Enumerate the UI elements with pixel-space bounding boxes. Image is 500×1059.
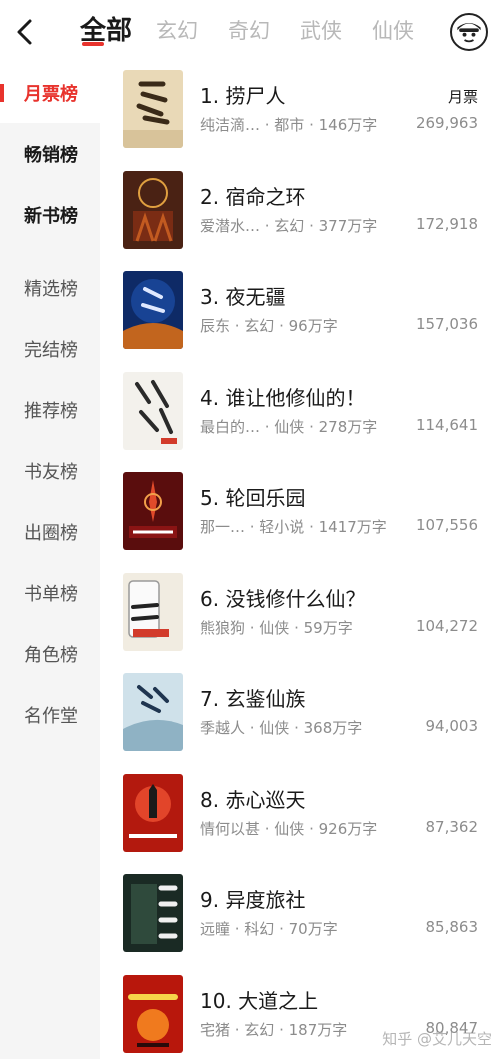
book-meta: 最白的… · 仙侠 · 278万字 [200, 417, 378, 436]
book-meta: 季越人 · 仙侠 · 368万字 [200, 719, 363, 737]
book-cover[interactable] [123, 271, 183, 349]
book-meta: 那一… · 轻小说 · 1417万字 [200, 518, 387, 536]
sidebar-item-monthly-ticket[interactable]: 月票榜 [0, 62, 100, 123]
user-avatar-icon[interactable] [450, 13, 488, 51]
tab-xuanhuan[interactable]: 玄幻 [156, 10, 198, 52]
ticket-count: 172,918 [415, 214, 478, 233]
list-item[interactable]: 4. 谁让他修仙的！ 最白的… · 仙侠 · 278万字 114,641 [100, 364, 500, 465]
book-cover[interactable] [123, 170, 183, 249]
ticket-count: 104,272 [415, 616, 478, 635]
book-title[interactable]: 7. 玄鉴仙族 [200, 683, 305, 712]
active-indicator [0, 84, 4, 102]
sidebar-item-completed[interactable]: 完结榜 [0, 318, 100, 379]
sidebar-separator [0, 245, 100, 257]
book-meta: 纯洁滴… · 都市 · 146万字 [200, 116, 378, 134]
ticket-count: 87,362 [425, 817, 479, 836]
back-icon[interactable] [10, 14, 40, 50]
book-cover[interactable] [123, 673, 183, 751]
sidebar-item-characters[interactable]: 角色榜 [0, 623, 100, 684]
list-item[interactable]: 1. 捞尸人 月票 纯洁滴… · 都市 · 146万字 269,963 [100, 62, 500, 163]
book-meta: 爱潜水… · 玄幻 · 377万字 [200, 216, 378, 235]
list-item[interactable]: 8. 赤心巡天 情何以甚 · 仙侠 · 926万字 87,362 [100, 766, 500, 867]
sidebar-item-breakout[interactable]: 出圈榜 [0, 501, 100, 562]
list-item[interactable]: 7. 玄鉴仙族 季越人 · 仙侠 · 368万字 94,003 [100, 665, 500, 766]
ranking-list: 1. 捞尸人 月票 纯洁滴… · 都市 · 146万字 269,963 2. 宿… [100, 62, 500, 1059]
book-cover[interactable] [123, 773, 183, 852]
book-title[interactable]: 5. 轮回乐园 [200, 482, 305, 511]
list-item[interactable]: 2. 宿命之环 爱潜水… · 玄幻 · 377万字 172,918 [100, 163, 500, 264]
book-cover[interactable] [123, 472, 183, 550]
watermark: 知乎 @艾儿天空 [382, 1030, 492, 1048]
book-title[interactable]: 3. 夜无疆 [200, 281, 285, 310]
sidebar-item-bestseller[interactable]: 畅销榜 [0, 123, 100, 184]
list-item[interactable]: 6. 没钱修什么仙？ 熊狼狗 · 仙侠 · 59万字 104,272 [100, 565, 500, 666]
book-title[interactable]: 1. 捞尸人 [200, 80, 285, 109]
sidebar-item-featured[interactable]: 精选榜 [0, 257, 100, 318]
book-meta: 熊狼狗 · 仙侠 · 59万字 [200, 618, 353, 637]
list-item[interactable]: 3. 夜无疆 辰东 · 玄幻 · 96万字 157,036 [100, 263, 500, 364]
monthly-ticket-column-label: 月票 [447, 88, 478, 106]
book-cover[interactable] [123, 974, 183, 1053]
category-tabs: 全部 玄幻 奇幻 武侠 仙侠 [80, 10, 444, 52]
sidebar-item-booklist[interactable]: 书单榜 [0, 562, 100, 623]
book-title[interactable]: 2. 宿命之环 [200, 181, 305, 210]
book-title[interactable]: 10. 大道之上 [200, 985, 318, 1014]
tab-qihuan[interactable]: 奇幻 [228, 10, 270, 52]
book-cover[interactable] [123, 371, 183, 450]
book-title[interactable]: 6. 没钱修什么仙？ [200, 583, 365, 612]
sidebar-item-recommended[interactable]: 推荐榜 [0, 379, 100, 440]
tab-all[interactable]: 全部 [80, 10, 132, 52]
active-tab-underline [82, 42, 104, 46]
book-cover[interactable] [123, 572, 183, 651]
list-item[interactable]: 9. 异度旅社 远瞳 · 科幻 · 70万字 85,863 [100, 866, 500, 967]
sidebar-item-reader-friends[interactable]: 书友榜 [0, 440, 100, 501]
ranking-sidebar: 月票榜 畅销榜 新书榜 精选榜 完结榜 推荐榜 书友榜 出圈榜 书单榜 角色榜 … [0, 62, 100, 1059]
book-meta: 远瞳 · 科幻 · 70万字 [200, 920, 338, 938]
tab-wuxia[interactable]: 武侠 [300, 10, 342, 52]
book-title[interactable]: 4. 谁让他修仙的！ [200, 382, 365, 411]
book-title[interactable]: 8. 赤心巡天 [200, 784, 305, 813]
ticket-count: 94,003 [425, 717, 479, 735]
list-item[interactable]: 5. 轮回乐园 那一… · 轻小说 · 1417万字 107,556 [100, 464, 500, 565]
sidebar-item-new-books[interactable]: 新书榜 [0, 184, 100, 245]
ticket-count: 114,641 [415, 415, 478, 434]
top-bar: 全部 玄幻 奇幻 武侠 仙侠 [0, 0, 500, 62]
ticket-count: 269,963 [415, 114, 478, 132]
book-title[interactable]: 9. 异度旅社 [200, 884, 305, 913]
ticket-count: 157,036 [415, 315, 478, 333]
book-meta: 情何以甚 · 仙侠 · 926万字 [200, 819, 378, 838]
tab-xianxia[interactable]: 仙侠 [372, 10, 414, 52]
ticket-count: 107,556 [415, 516, 478, 534]
ticket-count: 85,863 [425, 918, 479, 936]
book-cover[interactable] [123, 874, 183, 952]
book-meta: 宅猪 · 玄幻 · 187万字 [200, 1020, 348, 1039]
sidebar-item-hall-of-fame[interactable]: 名作堂 [0, 684, 100, 745]
book-meta: 辰东 · 玄幻 · 96万字 [200, 317, 338, 335]
book-cover[interactable] [123, 70, 183, 148]
